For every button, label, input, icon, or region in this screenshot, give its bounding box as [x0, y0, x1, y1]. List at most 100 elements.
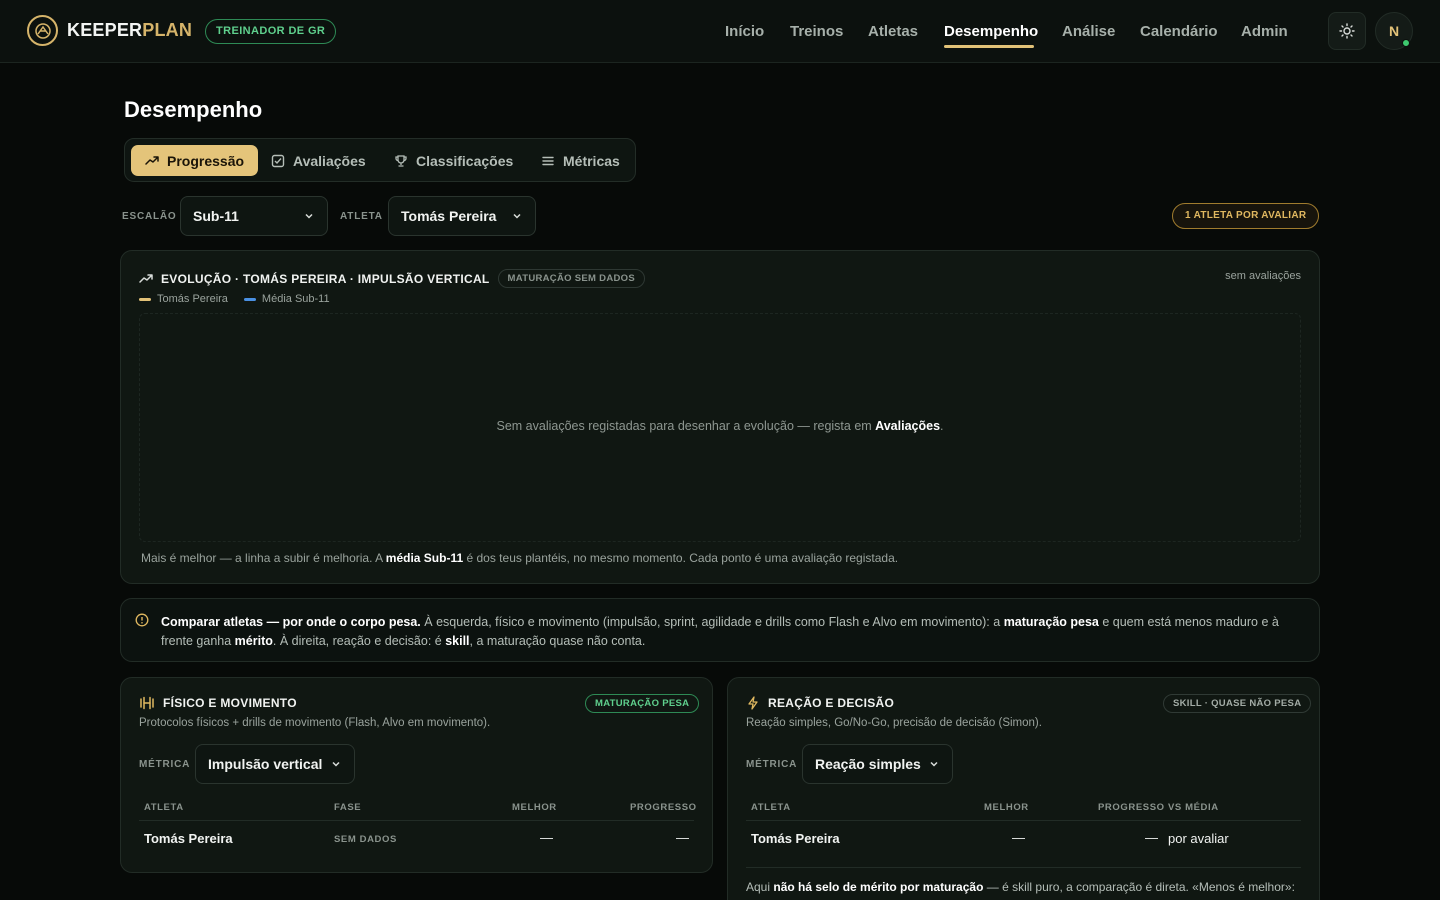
reaction-row-athlete[interactable]: Tomás Pereira [751, 831, 840, 846]
empty-chart-message: Sem avaliações registadas para desenhar … [140, 419, 1300, 433]
compare-note-text: Comparar atletas — por onde o corpo pesa… [161, 613, 1301, 651]
online-status-dot [1402, 39, 1410, 47]
physical-title: FÍSICO E MOVIMENTO [139, 696, 297, 710]
logo-icon[interactable] [27, 15, 58, 46]
tab-label: Progressão [167, 152, 245, 169]
athlete-select[interactable]: Tomás Pereira [388, 196, 536, 236]
trending-up-icon [145, 155, 159, 165]
squad-select[interactable]: Sub-11 [180, 196, 328, 236]
physical-metric-label: MÉTRICA [139, 759, 191, 770]
physical-col-best: MELHOR [512, 802, 557, 813]
theme-toggle-button[interactable] [1328, 12, 1366, 50]
nav-desempenho[interactable]: Desempenho [944, 23, 1038, 40]
reaction-table-divider [746, 820, 1301, 821]
reaction-subtitle: Reação simples, Go/No-Go, precisão de de… [746, 717, 1042, 729]
athlete-label: ATLETA [340, 211, 383, 222]
compare-strong-1: Comparar atletas — por onde o corpo pesa… [161, 615, 421, 629]
nav-calendario[interactable]: Calendário [1140, 23, 1218, 40]
top-bar: KEEPERPLAN TREINADOR DE GR Início Treino… [0, 0, 1440, 63]
dumbbell-icon [140, 696, 154, 710]
physical-row-progress: — [676, 830, 689, 845]
tab-avaliacoes[interactable]: Avaliações [257, 145, 380, 176]
physical-row-phase: SEM DADOS [334, 834, 397, 845]
evolution-title: EVOLUÇÃO · TOMÁS PEREIRA · IMPULSÃO VERT… [139, 269, 645, 288]
chevron-down-icon [332, 761, 340, 767]
tab-classificacoes[interactable]: Classificações [380, 145, 527, 176]
nav-inicio[interactable]: Início [725, 23, 764, 40]
nav-atletas[interactable]: Atletas [868, 23, 918, 40]
compare-text-4: , a maturação quase não conta. [469, 634, 646, 648]
legend-average-label: Média Sub-11 [261, 293, 330, 305]
nav-admin[interactable]: Admin [1241, 23, 1288, 40]
physical-subtitle: Protocolos físicos + drills de movimento… [139, 717, 491, 729]
brand-part-1: KEEPER [67, 20, 143, 40]
maturation-tag: MATURAÇÃO SEM DADOS [497, 269, 645, 288]
legend-athlete: Tomás Pereira [139, 293, 228, 305]
reaction-row-best: — [1012, 830, 1025, 845]
reaction-col-vs-average: VS MÉDIA [1168, 802, 1219, 813]
checkbox-icon [271, 154, 285, 167]
compare-text-1: À esquerda, físico e movimento (impulsão… [420, 615, 1004, 629]
evolution-status: sem avaliações [1225, 270, 1301, 282]
info-icon [135, 613, 149, 627]
physical-row-athlete[interactable]: Tomás Pereira [144, 831, 233, 846]
list-icon [542, 156, 554, 165]
reaction-note-part-2: — é skill puro, a comparação é direta. «… [983, 880, 1295, 894]
physical-title-text: FÍSICO E MOVIMENTO [163, 696, 297, 710]
physical-col-athlete: ATLETA [144, 802, 184, 813]
evolution-title-text: EVOLUÇÃO · TOMÁS PEREIRA · IMPULSÃO VERT… [161, 271, 490, 286]
empty-text-end: . [940, 419, 944, 433]
squad-value: Sub-11 [193, 208, 239, 224]
compare-text-3: . À direita, reação e decisão: é [272, 634, 446, 648]
chart-legend: Tomás Pereira Média Sub-11 [139, 293, 330, 305]
reaction-col-athlete: ATLETA [751, 802, 791, 813]
tab-progressao[interactable]: Progressão [131, 145, 259, 176]
footnote-part-2: é dos teus plantéis, no mesmo momento. C… [463, 551, 899, 565]
footnote-strong: média Sub-11 [385, 551, 464, 565]
reaction-note: Aqui não há selo de mérito por maturação… [746, 880, 1295, 894]
maturation-weighs-tag: MATURAÇÃO PESA [585, 694, 700, 713]
reaction-title-text: REAÇÃO E DECISÃO [768, 696, 895, 710]
brand-part-2: PLAN [142, 20, 193, 40]
reaction-col-best: MELHOR [984, 802, 1029, 813]
trophy-icon [395, 154, 407, 167]
sun-icon [1339, 23, 1355, 39]
compare-strong-2: maturação pesa [1003, 615, 1099, 629]
reaction-metric-label: MÉTRICA [746, 759, 798, 770]
chevron-down-icon [305, 213, 313, 219]
reaction-note-part-1: Aqui [746, 880, 774, 894]
evaluations-link[interactable]: Avaliações [875, 419, 940, 433]
legend-athlete-label: Tomás Pereira [157, 293, 228, 305]
physical-col-progress: PROGRESSO [630, 802, 697, 813]
lightning-icon [748, 696, 758, 710]
legend-swatch-athlete [139, 297, 151, 301]
nav-analise[interactable]: Análise [1062, 23, 1115, 40]
tab-metricas[interactable]: Métricas [527, 145, 634, 176]
reaction-row-vs-average: por avaliar [1168, 831, 1229, 846]
pending-evaluations-badge[interactable]: 1 ATLETA POR AVALIAR [1172, 203, 1320, 229]
brand-name[interactable]: KEEPERPLAN [67, 20, 192, 41]
chevron-down-icon [930, 761, 938, 767]
evolution-chart-area: Sem avaliações registadas para desenhar … [139, 313, 1301, 542]
reaction-metric-select[interactable]: Reação simples [802, 744, 953, 784]
evolution-footnote: Mais é melhor — a linha a subir é melhor… [141, 551, 898, 565]
avatar-initial: N [1388, 23, 1400, 39]
physical-row-best: — [540, 830, 553, 845]
compare-strong-3: mérito [234, 634, 273, 648]
physical-metric-select[interactable]: Impulsão vertical [195, 744, 355, 784]
role-badge: TREINADOR DE GR [205, 19, 337, 44]
page-title: Desempenho [124, 97, 263, 122]
compare-strong-4: skill [445, 634, 470, 648]
user-avatar[interactable]: N [1375, 12, 1413, 50]
physical-metric-value: Impulsão vertical [208, 756, 323, 772]
chevron-down-icon [513, 213, 521, 219]
reaction-metric-value: Reação simples [815, 756, 921, 772]
nav-treinos[interactable]: Treinos [790, 23, 843, 40]
empty-text: Sem avaliações registadas para desenhar … [496, 419, 876, 433]
reaction-note-divider [746, 867, 1301, 868]
legend-average: Média Sub-11 [243, 293, 330, 305]
reaction-row-progress: — [1145, 830, 1158, 845]
athlete-value: Tomás Pereira [401, 208, 497, 224]
trending-up-icon [139, 273, 153, 283]
physical-col-phase: FASE [334, 802, 362, 813]
